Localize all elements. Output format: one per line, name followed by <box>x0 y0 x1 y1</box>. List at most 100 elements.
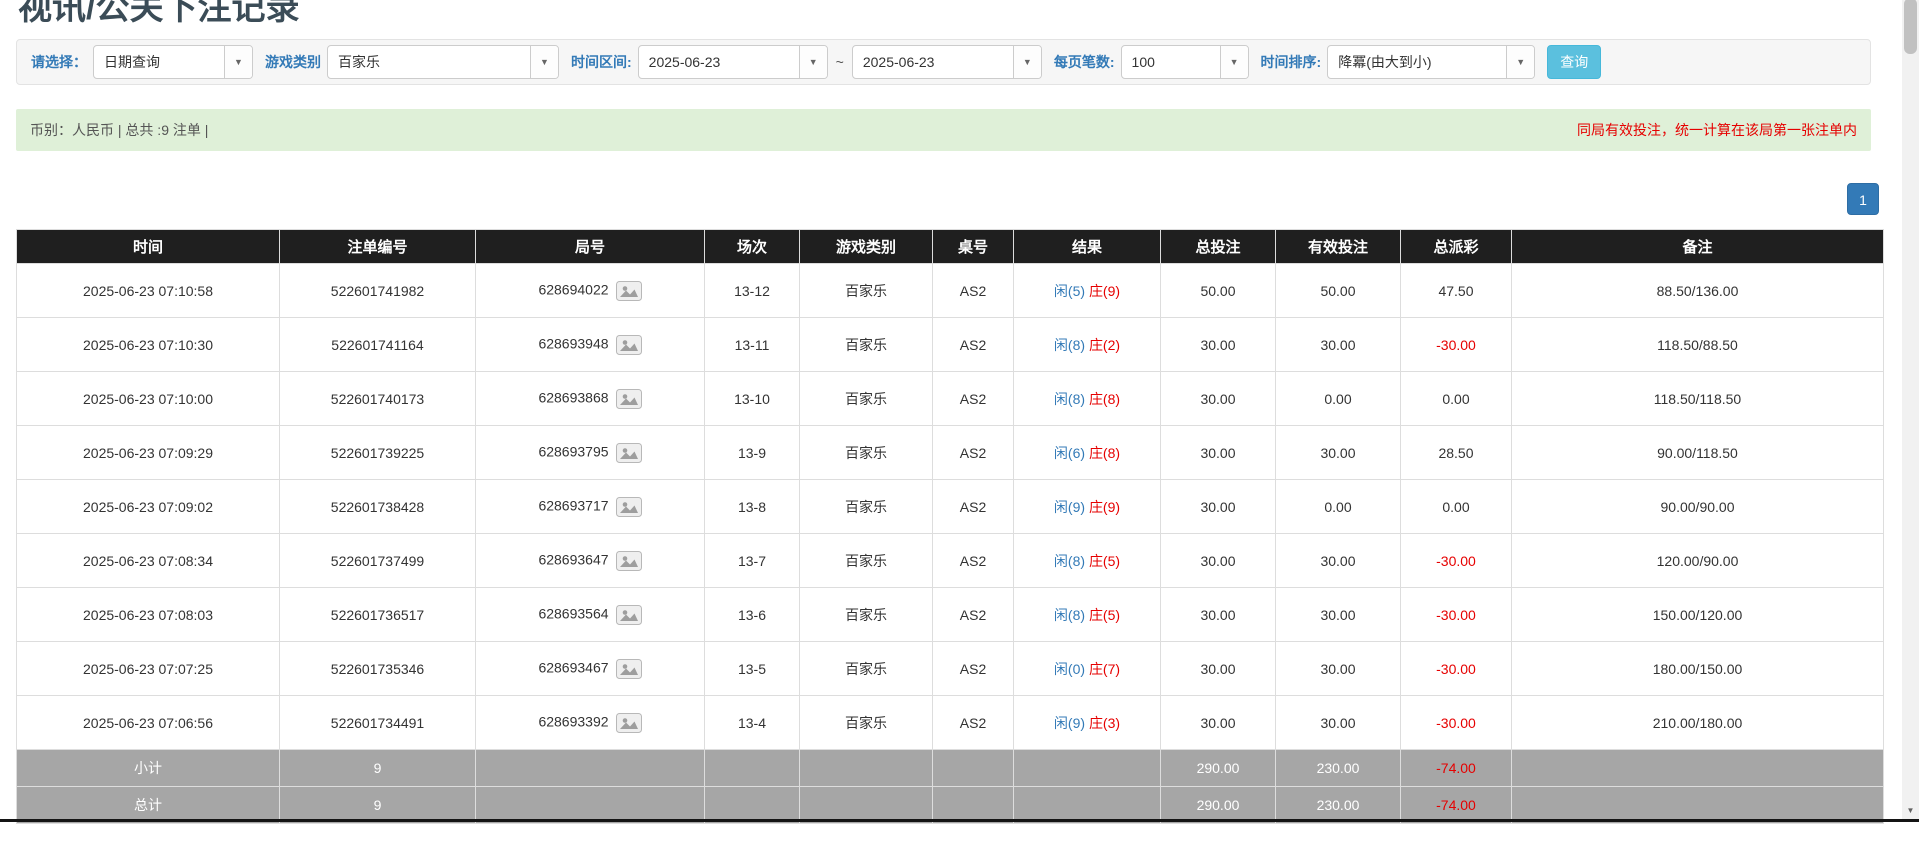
table-footer: 小计 9 290.00 230.00 -74.00 总计 9 290.00 23… <box>17 750 1884 824</box>
cell-round: 628694022 <box>476 264 705 318</box>
cell-valid-bet: 30.00 <box>1276 534 1401 588</box>
cell-valid-bet: 30.00 <box>1276 318 1401 372</box>
cell-valid-bet: 30.00 <box>1276 588 1401 642</box>
cell-session: 13-12 <box>705 264 800 318</box>
scroll-down-icon[interactable]: ▼ <box>1902 802 1919 819</box>
cell-total-bet-link[interactable]: 30.00 <box>1161 426 1276 480</box>
cell-remark: 150.00/120.00 <box>1512 588 1884 642</box>
query-mode-select[interactable]: 日期查询 ▼ <box>93 45 253 79</box>
cell-game-type: 百家乐 <box>800 642 933 696</box>
main-content: 视讯/公关下注记录 请选择： 日期查询 ▼ 游戏类别 百家乐 ▼ 时间区间: 2… <box>0 0 1919 824</box>
round-video-icon[interactable] <box>616 281 642 301</box>
cell-game-type: 百家乐 <box>800 534 933 588</box>
round-video-icon[interactable] <box>616 659 642 679</box>
result-player: 闲(5) <box>1054 283 1085 299</box>
cell-game-type: 百家乐 <box>800 372 933 426</box>
page-1-button[interactable]: 1 <box>1847 183 1879 215</box>
result-player: 闲(8) <box>1054 553 1085 569</box>
round-video-icon[interactable] <box>616 551 642 571</box>
cell-payout: -30.00 <box>1401 642 1512 696</box>
result-banker: 庄(5) <box>1089 553 1120 569</box>
scrollbar[interactable]: ▲ ▼ <box>1902 0 1919 822</box>
cell-time: 2025-06-23 07:08:03 <box>17 588 280 642</box>
date-to-select[interactable]: 2025-06-23 ▼ <box>852 45 1042 79</box>
cell-session: 13-5 <box>705 642 800 696</box>
cell-result: 闲(8) 庄(5) <box>1014 588 1161 642</box>
cell-payout: -30.00 <box>1401 696 1512 750</box>
round-video-icon[interactable] <box>616 497 642 517</box>
result-banker: 庄(8) <box>1089 391 1120 407</box>
scrollbar-thumb[interactable] <box>1904 0 1917 54</box>
cell-table-no: AS2 <box>933 534 1014 588</box>
chevron-down-icon[interactable]: ▼ <box>1013 46 1041 78</box>
result-banker: 庄(9) <box>1089 283 1120 299</box>
result-player: 闲(9) <box>1054 499 1085 515</box>
query-button[interactable]: 查询 <box>1547 45 1601 79</box>
cell-result: 闲(9) 庄(3) <box>1014 696 1161 750</box>
table-header: 时间 注单编号 局号 场次 游戏类别 桌号 结果 总投注 有效投注 总派彩 备注 <box>17 230 1884 264</box>
cell-bet-id: 522601741982 <box>280 264 476 318</box>
round-video-icon[interactable] <box>616 335 642 355</box>
total-total-bet: 290.00 <box>1161 787 1276 824</box>
table-row: 2025-06-23 07:06:56 522601734491 6286933… <box>17 696 1884 750</box>
table-row: 2025-06-23 07:07:25 522601735346 6286934… <box>17 642 1884 696</box>
cell-valid-bet: 30.00 <box>1276 696 1401 750</box>
date-from-select[interactable]: 2025-06-23 ▼ <box>638 45 828 79</box>
chevron-down-icon[interactable]: ▼ <box>224 46 252 78</box>
cell-total-bet-link[interactable]: 30.00 <box>1161 642 1276 696</box>
cell-table-no: AS2 <box>933 372 1014 426</box>
round-video-icon[interactable] <box>616 713 642 733</box>
game-type-select[interactable]: 百家乐 ▼ <box>327 45 559 79</box>
cell-bet-id: 522601740173 <box>280 372 476 426</box>
page-title: 视讯/公关下注记录 <box>18 0 1881 29</box>
per-page-select[interactable]: 100 ▼ <box>1121 45 1249 79</box>
cell-total-bet-link[interactable]: 30.00 <box>1161 588 1276 642</box>
round-number: 628693467 <box>538 659 608 675</box>
cell-remark: 210.00/180.00 <box>1512 696 1884 750</box>
cell-round: 628693467 <box>476 642 705 696</box>
cell-total-bet-link[interactable]: 30.00 <box>1161 696 1276 750</box>
result-banker: 庄(3) <box>1089 715 1120 731</box>
cell-session: 13-6 <box>705 588 800 642</box>
cell-result: 闲(8) 庄(5) <box>1014 534 1161 588</box>
result-banker: 庄(9) <box>1089 499 1120 515</box>
round-video-icon[interactable] <box>616 389 642 409</box>
header-time: 时间 <box>17 230 280 264</box>
cell-time: 2025-06-23 07:07:25 <box>17 642 280 696</box>
cell-total-bet-link[interactable]: 50.00 <box>1161 264 1276 318</box>
cell-bet-id: 522601737499 <box>280 534 476 588</box>
round-video-icon[interactable] <box>616 443 642 463</box>
result-player: 闲(9) <box>1054 715 1085 731</box>
chevron-down-icon[interactable]: ▼ <box>1506 46 1534 78</box>
total-payout: -74.00 <box>1401 787 1512 824</box>
total-valid-bet: 230.00 <box>1276 787 1401 824</box>
cell-payout: 28.50 <box>1401 426 1512 480</box>
cell-total-bet-link[interactable]: 30.00 <box>1161 480 1276 534</box>
cell-time: 2025-06-23 07:09:02 <box>17 480 280 534</box>
chevron-down-icon[interactable]: ▼ <box>1220 46 1248 78</box>
cell-bet-id: 522601736517 <box>280 588 476 642</box>
chevron-down-icon[interactable]: ▼ <box>799 46 827 78</box>
sort-order-select[interactable]: 降冪(由大到小) ▼ <box>1327 45 1535 79</box>
cell-total-bet-link[interactable]: 30.00 <box>1161 318 1276 372</box>
cell-game-type: 百家乐 <box>800 696 933 750</box>
cell-total-bet-link[interactable]: 30.00 <box>1161 534 1276 588</box>
cell-total-bet-link[interactable]: 30.00 <box>1161 372 1276 426</box>
valid-bet-notice: 同局有效投注，统一计算在该局第一张注单内 <box>1577 120 1857 140</box>
round-video-icon[interactable] <box>616 605 642 625</box>
chevron-down-icon[interactable]: ▼ <box>530 46 558 78</box>
pagination: 1 <box>16 183 1879 215</box>
subtotal-valid-bet: 230.00 <box>1276 750 1401 787</box>
cell-remark: 118.50/118.50 <box>1512 372 1884 426</box>
table-row: 2025-06-23 07:09:29 522601739225 6286937… <box>17 426 1884 480</box>
cell-remark: 90.00/118.50 <box>1512 426 1884 480</box>
cell-round: 628693868 <box>476 372 705 426</box>
cell-session: 13-11 <box>705 318 800 372</box>
cell-table-no: AS2 <box>933 696 1014 750</box>
header-remark: 备注 <box>1512 230 1884 264</box>
cell-result: 闲(0) 庄(7) <box>1014 642 1161 696</box>
result-player: 闲(6) <box>1054 445 1085 461</box>
sort-order-value: 降冪(由大到小) <box>1328 46 1506 78</box>
round-number: 628693647 <box>538 551 608 567</box>
round-number: 628693948 <box>538 335 608 351</box>
